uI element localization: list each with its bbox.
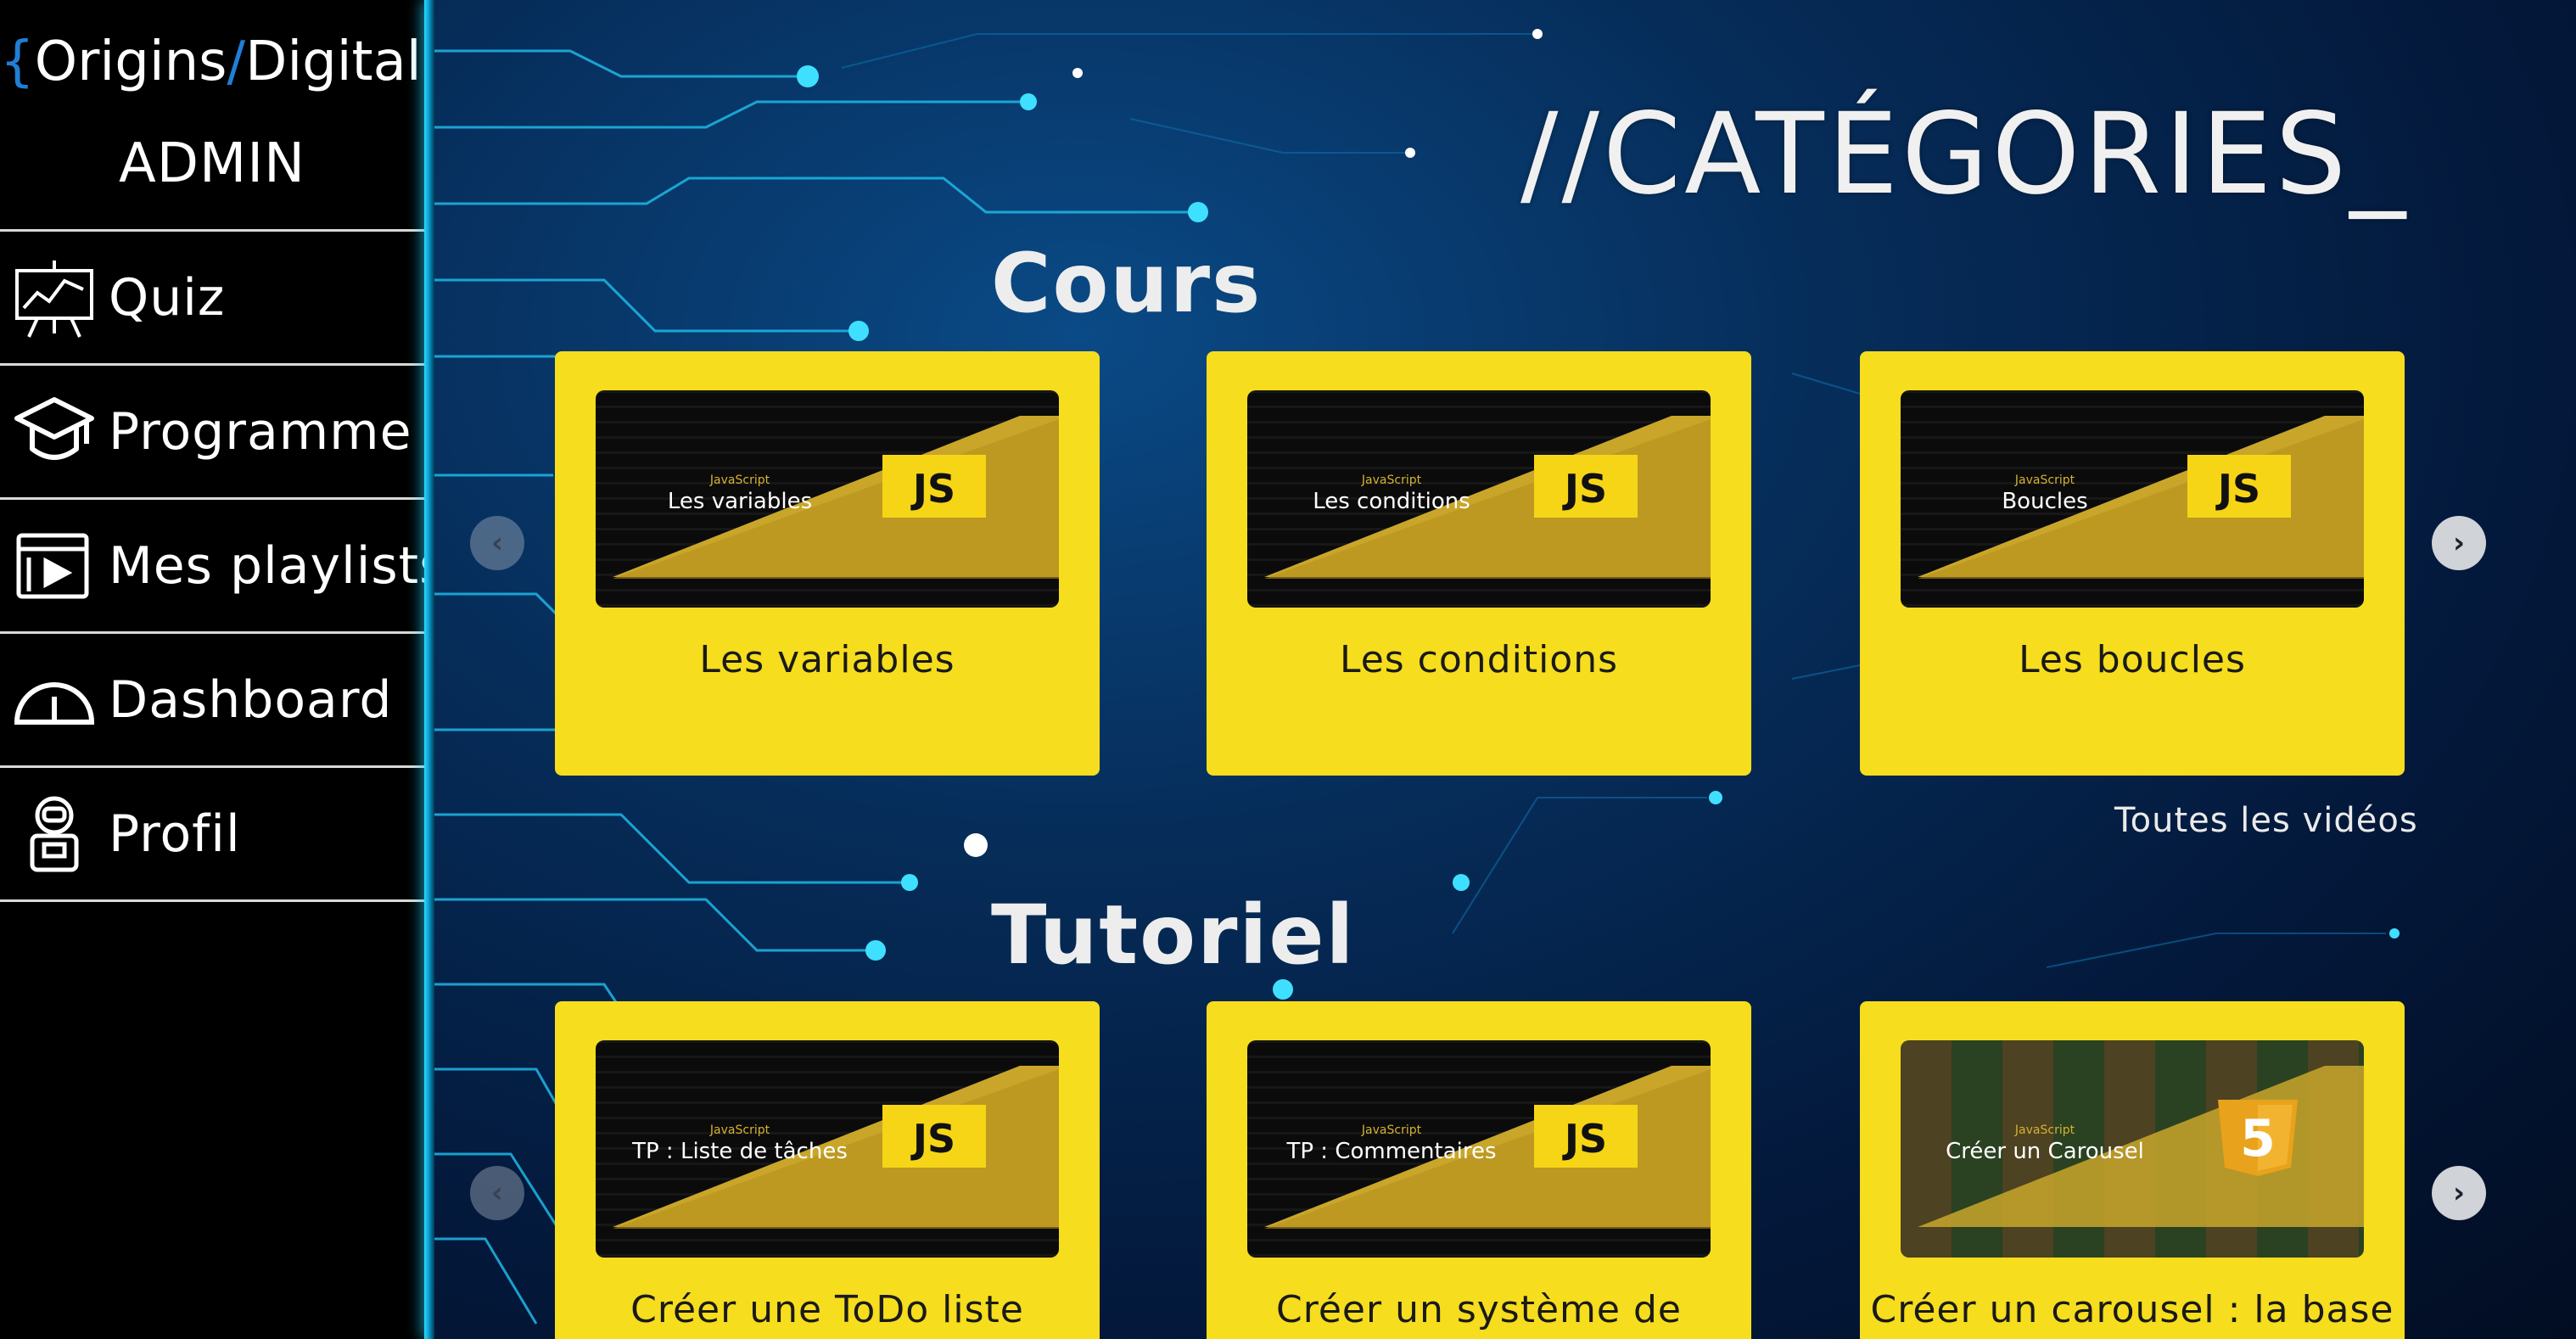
video-thumbnail: JavaScript Créer un Carousel 5 — [1901, 1040, 2364, 1258]
thumbnail-subtitle: JavaScript — [2014, 473, 2075, 487]
thumbnail-subtitle: JavaScript — [1361, 1123, 1422, 1137]
javascript-logo-icon: JS — [882, 455, 986, 518]
video-card[interactable]: JavaScript Créer un Carousel 5 Créer un … — [1860, 1001, 2405, 1339]
thumbnail-subtitle: JavaScript — [2014, 1123, 2075, 1137]
graduation-cap-icon — [12, 389, 97, 474]
chevron-left-icon: ‹ — [490, 526, 503, 560]
javascript-logo-icon: JS — [1534, 455, 1638, 518]
video-thumbnail: JavaScript TP : Liste de tâches JS — [596, 1040, 1059, 1258]
video-card[interactable]: JavaScript Les conditions JS Les conditi… — [1207, 351, 1751, 776]
sidebar: {Origins/Digital} ADMIN Quiz Programme — [0, 0, 456, 1339]
brand-brace-open: { — [0, 31, 35, 93]
thumbnail-title: TP : Liste de tâches — [632, 1139, 848, 1164]
video-card-title: Les conditions — [1339, 638, 1619, 681]
video-card-title: Les boucles — [2019, 638, 2246, 681]
video-card[interactable]: JavaScript Les variables JS Les variable… — [555, 351, 1100, 776]
chevron-right-icon: › — [2452, 1176, 2465, 1210]
main-content: //CATÉGORIES_ Cours ‹ JavaScript Les var… — [434, 0, 2576, 1339]
video-card-title: Les variables — [699, 638, 955, 681]
thumbnail-subtitle: JavaScript — [709, 1123, 770, 1137]
chevron-right-icon: › — [2452, 526, 2465, 560]
brand-logo[interactable]: {Origins/Digital} — [0, 31, 456, 93]
thumbnail-title: Les conditions — [1313, 489, 1470, 514]
cours-carousel-prev-button[interactable]: ‹ — [470, 516, 524, 570]
sidebar-item-label: Programme — [109, 401, 412, 462]
sidebar-item-label: Profil — [109, 804, 241, 864]
brand-word-origins: Origins — [34, 31, 227, 93]
sidebar-item-playlists[interactable]: Mes playlists — [0, 500, 445, 634]
page-title: //CATÉGORIES_ — [1520, 89, 2410, 220]
section-title-cours: Cours — [991, 236, 1263, 331]
cours-carousel-next-button[interactable]: › — [2432, 516, 2486, 570]
svg-text:5: 5 — [2240, 1109, 2276, 1168]
chevron-left-icon: ‹ — [490, 1176, 503, 1210]
javascript-logo-icon: JS — [2187, 455, 2291, 518]
video-thumbnail: JavaScript Les conditions JS — [1247, 390, 1711, 608]
brand-word-digital: Digital — [245, 31, 422, 93]
video-thumbnail: JavaScript Boucles JS — [1901, 390, 2364, 608]
video-card-title: Créer une ToDo liste — [630, 1288, 1024, 1331]
sidebar-item-label: Dashboard — [109, 670, 393, 730]
sidebar-item-profil[interactable]: Profil — [0, 768, 424, 902]
tutoriel-carousel-next-button[interactable]: › — [2432, 1166, 2486, 1220]
sidebar-item-label: Quiz — [109, 267, 226, 328]
thumbnail-title: Boucles — [2002, 489, 2088, 514]
user-role-label: ADMIN — [118, 132, 306, 195]
sidebar-menu: Quiz Programme Mes playlists Dashboard P… — [0, 229, 445, 902]
gauge-icon — [12, 658, 97, 742]
presentation-chart-icon — [12, 255, 97, 340]
video-playlist-icon — [12, 524, 97, 608]
video-card-title: Créer un système de — [1276, 1288, 1682, 1331]
video-card[interactable]: JavaScript TP : Liste de tâches JS Créer… — [555, 1001, 1100, 1339]
thumbnail-subtitle: JavaScript — [1361, 473, 1422, 487]
thumbnail-subtitle: JavaScript — [709, 473, 770, 487]
html5-logo-icon: 5 — [2218, 1100, 2298, 1176]
brand-slash: / — [227, 31, 246, 93]
thumbnail-title: TP : Commentaires — [1286, 1139, 1497, 1164]
javascript-logo-icon: JS — [1534, 1105, 1638, 1168]
sidebar-item-dashboard[interactable]: Dashboard — [0, 634, 424, 768]
thumbnail-title: Les variables — [667, 489, 813, 514]
thumbnail-title: Créer un Carousel — [1946, 1139, 2144, 1164]
video-thumbnail: JavaScript Les variables JS — [596, 390, 1059, 608]
video-card[interactable]: JavaScript Boucles JS Les boucles — [1860, 351, 2405, 776]
javascript-logo-icon: JS — [882, 1105, 986, 1168]
video-card-title: Créer un carousel : la base — [1870, 1288, 2394, 1331]
video-thumbnail: JavaScript TP : Commentaires JS — [1247, 1040, 1711, 1258]
sidebar-item-programme[interactable]: Programme — [0, 366, 424, 500]
video-card[interactable]: JavaScript TP : Commentaires JS Créer un… — [1207, 1001, 1751, 1339]
sidebar-item-quiz[interactable]: Quiz — [0, 232, 424, 366]
sidebar-item-label: Mes playlists — [109, 535, 447, 596]
neon-edge — [424, 0, 434, 1339]
all-videos-link[interactable]: Toutes les vidéos — [2114, 801, 2418, 840]
tutoriel-carousel-prev-button[interactable]: ‹ — [470, 1166, 524, 1220]
section-title-tutoriel: Tutoriel — [991, 888, 1356, 983]
astronaut-icon — [12, 792, 97, 877]
